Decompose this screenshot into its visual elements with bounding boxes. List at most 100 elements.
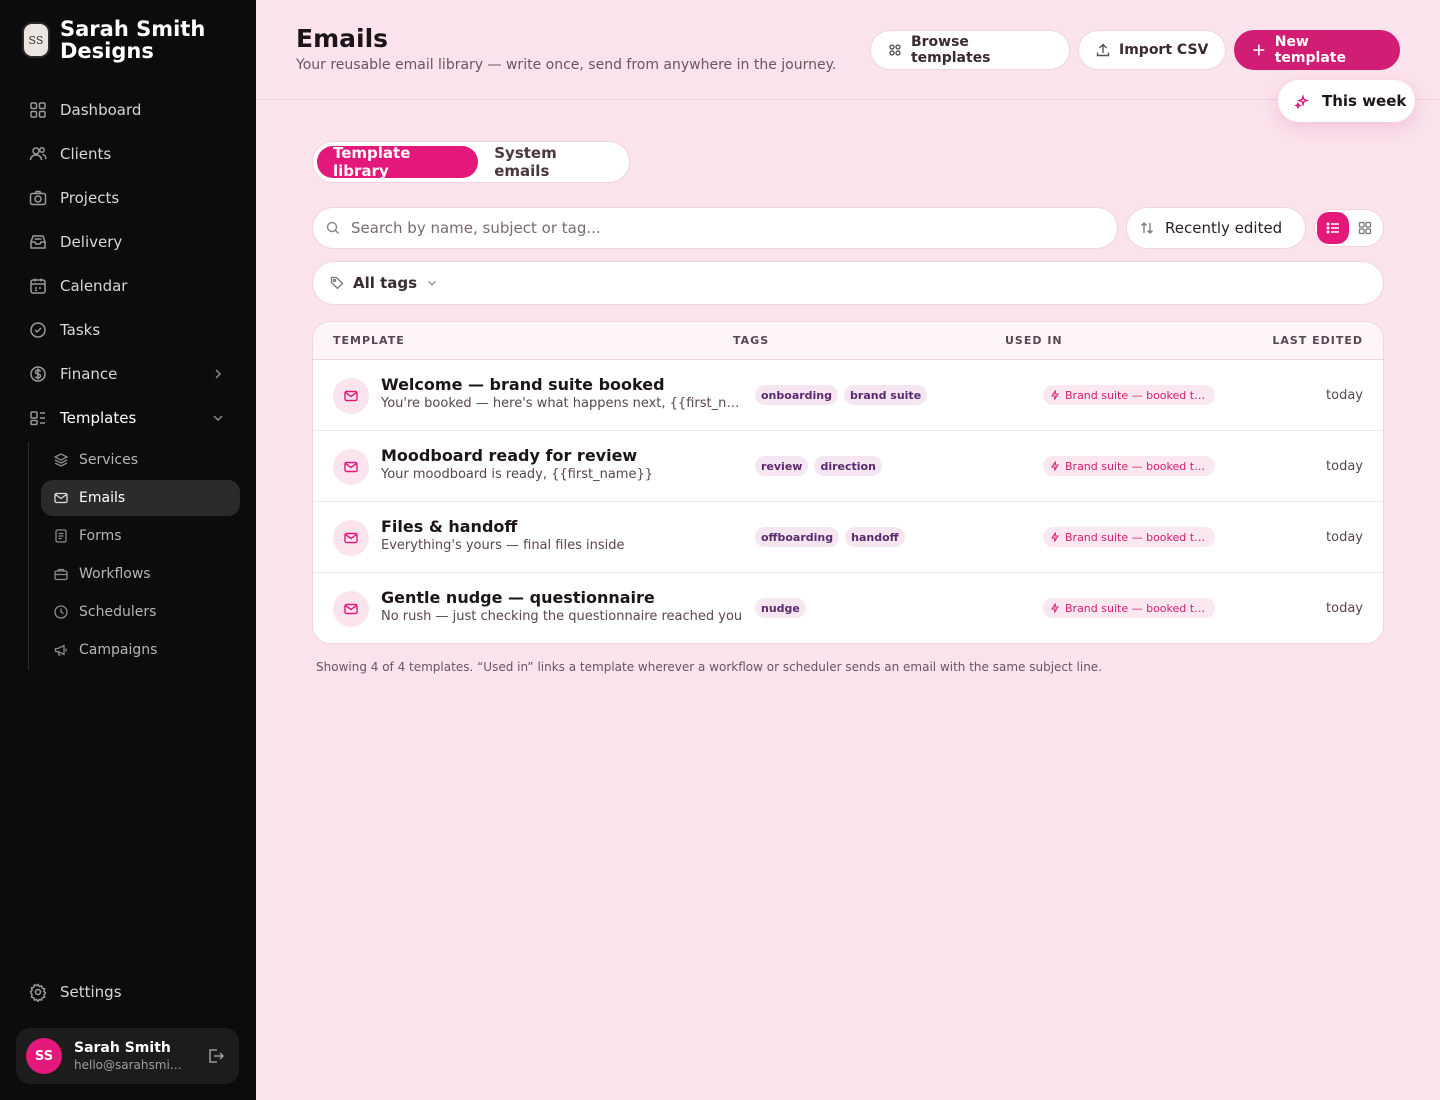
page-header: Emails Your reusable email library — wri… xyxy=(256,0,1440,100)
browse-templates-button[interactable]: Browse templates xyxy=(870,30,1070,70)
subnav-label: Forms xyxy=(79,528,122,544)
logout-icon[interactable] xyxy=(205,1046,225,1066)
this-week-label: This week xyxy=(1322,92,1407,110)
used-in-label: Brand suite — booked to handoff xyxy=(1065,459,1209,473)
all-tags-label: All tags xyxy=(353,274,418,292)
brand-name: Sarah Smith Designs xyxy=(60,17,206,63)
mail-icon xyxy=(333,520,369,556)
col-used-in: USED IN xyxy=(1005,334,1063,347)
tag-badge[interactable]: nudge xyxy=(755,598,806,618)
templates-subnav: Services Emails Forms Workflows Schedule… xyxy=(28,442,240,670)
table-header: TEMPLATE TAGS USED IN LAST EDITED xyxy=(313,322,1383,360)
nav-label: Finance xyxy=(60,365,118,383)
template-subject: Everything's yours — final files inside xyxy=(381,538,625,553)
bolt-icon xyxy=(1051,390,1059,400)
form-icon xyxy=(55,529,67,543)
template-subject: Your moodboard is ready, {{first_name}} xyxy=(381,467,653,482)
subnav-item-services[interactable]: Services xyxy=(41,442,240,478)
used-in-badge[interactable]: Brand suite — booked to handoff xyxy=(1043,598,1215,618)
tags-filter-bar: All tags xyxy=(312,261,1384,305)
used-in-badge[interactable]: Brand suite — booked to handoff xyxy=(1043,527,1215,547)
user-card[interactable]: SS Sarah Smith hello@sarahsmithdesigns.c… xyxy=(16,1028,239,1084)
nav-item-dashboard[interactable]: Dashboard xyxy=(16,88,240,132)
nav-item-templates[interactable]: Templates xyxy=(16,396,240,440)
bolt-icon xyxy=(1051,461,1059,471)
tag-badge[interactable]: brand suite xyxy=(844,385,928,405)
import-csv-button[interactable]: Import CSV xyxy=(1078,30,1226,70)
template-title: Gentle nudge — questionnaire xyxy=(381,588,655,607)
subnav-item-campaigns[interactable]: Campaigns xyxy=(41,632,240,668)
avatar: SS xyxy=(26,1038,62,1074)
import-csv-label: Import CSV xyxy=(1119,42,1209,58)
tag-badge[interactable]: handoff xyxy=(845,527,905,547)
briefcase-icon xyxy=(54,568,68,581)
nav-label: Clients xyxy=(60,145,112,163)
sidebar: SS Sarah Smith Designs Dashboard Clients… xyxy=(0,0,256,1100)
mail-icon xyxy=(333,378,369,414)
table-row[interactable]: Files & handoff Everything's yours — fin… xyxy=(313,502,1383,573)
nav-item-projects[interactable]: Projects xyxy=(16,176,240,220)
tag-badge[interactable]: direction xyxy=(814,456,882,476)
tag-badge[interactable]: offboarding xyxy=(755,527,840,547)
used-in-label: Brand suite — booked to handoff xyxy=(1065,601,1209,615)
grid-icon xyxy=(889,44,901,56)
brand[interactable]: SS Sarah Smith Designs xyxy=(22,18,230,62)
template-title: Files & handoff xyxy=(381,517,518,536)
tag-badge[interactable]: review xyxy=(755,456,809,476)
dollar-icon xyxy=(30,366,46,382)
nav-item-settings[interactable]: Settings xyxy=(16,970,240,1014)
calendar-icon xyxy=(30,278,46,294)
chevron-right-icon xyxy=(215,369,222,379)
template-title: Moodboard ready for review xyxy=(381,446,638,465)
inbox-icon xyxy=(30,235,46,249)
tag-badge[interactable]: onboarding xyxy=(755,385,839,405)
search-input[interactable] xyxy=(351,219,1071,237)
check-circle-icon xyxy=(30,322,46,338)
template-tags: review direction xyxy=(755,456,888,476)
this-week-button[interactable]: This week xyxy=(1278,80,1415,122)
list-view-button[interactable] xyxy=(1317,212,1349,244)
page-subtitle: Your reusable email library — write once… xyxy=(296,57,837,73)
template-subject: You're booked — here's what happens next… xyxy=(381,396,743,411)
subnav-item-emails[interactable]: Emails xyxy=(41,480,240,516)
nav-item-clients[interactable]: Clients xyxy=(16,132,240,176)
dashboard-icon xyxy=(30,102,46,118)
nav-label: Delivery xyxy=(60,233,123,251)
nav-item-calendar[interactable]: Calendar xyxy=(16,264,240,308)
nav-item-finance[interactable]: Finance xyxy=(16,352,240,396)
tab-template-library[interactable]: Template library xyxy=(317,144,479,180)
new-template-button[interactable]: New template xyxy=(1234,30,1400,70)
email-tabs: Template library System emails xyxy=(312,141,630,183)
used-in-badge[interactable]: Brand suite — booked to handoff xyxy=(1043,385,1215,405)
sort-label: Recently edited xyxy=(1165,219,1283,237)
last-edited: today xyxy=(1326,601,1363,616)
layers-icon xyxy=(53,453,69,467)
subnav-item-schedulers[interactable]: Schedulers xyxy=(41,594,240,630)
table-row[interactable]: Gentle nudge — questionnaire No rush — j… xyxy=(313,573,1383,643)
used-in-label: Brand suite — booked to handoff xyxy=(1065,388,1209,402)
sort-dropdown[interactable]: Recently edited xyxy=(1126,207,1306,249)
user-name: Sarah Smith xyxy=(74,1040,171,1056)
last-edited: today xyxy=(1326,530,1363,545)
table-row[interactable]: Welcome — brand suite booked You're book… xyxy=(313,360,1383,431)
col-template: TEMPLATE xyxy=(333,334,405,347)
template-title: Welcome — brand suite booked xyxy=(381,375,665,394)
clock-icon xyxy=(54,605,68,619)
search-icon xyxy=(326,221,339,234)
nav-item-tasks[interactable]: Tasks xyxy=(16,308,240,352)
view-toggle xyxy=(1314,209,1384,247)
settings-label: Settings xyxy=(60,983,122,1001)
settings-area: Settings xyxy=(16,970,240,1014)
subnav-item-workflows[interactable]: Workflows xyxy=(41,556,240,592)
plus-icon xyxy=(1253,44,1265,56)
used-in-badge[interactable]: Brand suite — booked to handoff xyxy=(1043,456,1215,476)
last-edited: today xyxy=(1326,388,1363,403)
grid-view-button[interactable] xyxy=(1349,212,1381,244)
subnav-item-forms[interactable]: Forms xyxy=(41,518,240,554)
user-email: hello@sarahsmithdesigns.com xyxy=(74,1058,186,1072)
table-row[interactable]: Moodboard ready for review Your moodboar… xyxy=(313,431,1383,502)
nav-item-delivery[interactable]: Delivery xyxy=(16,220,240,264)
tab-system-emails[interactable]: System emails xyxy=(478,144,625,180)
all-tags-dropdown[interactable]: All tags xyxy=(329,274,439,292)
brand-logo: SS xyxy=(22,22,50,58)
